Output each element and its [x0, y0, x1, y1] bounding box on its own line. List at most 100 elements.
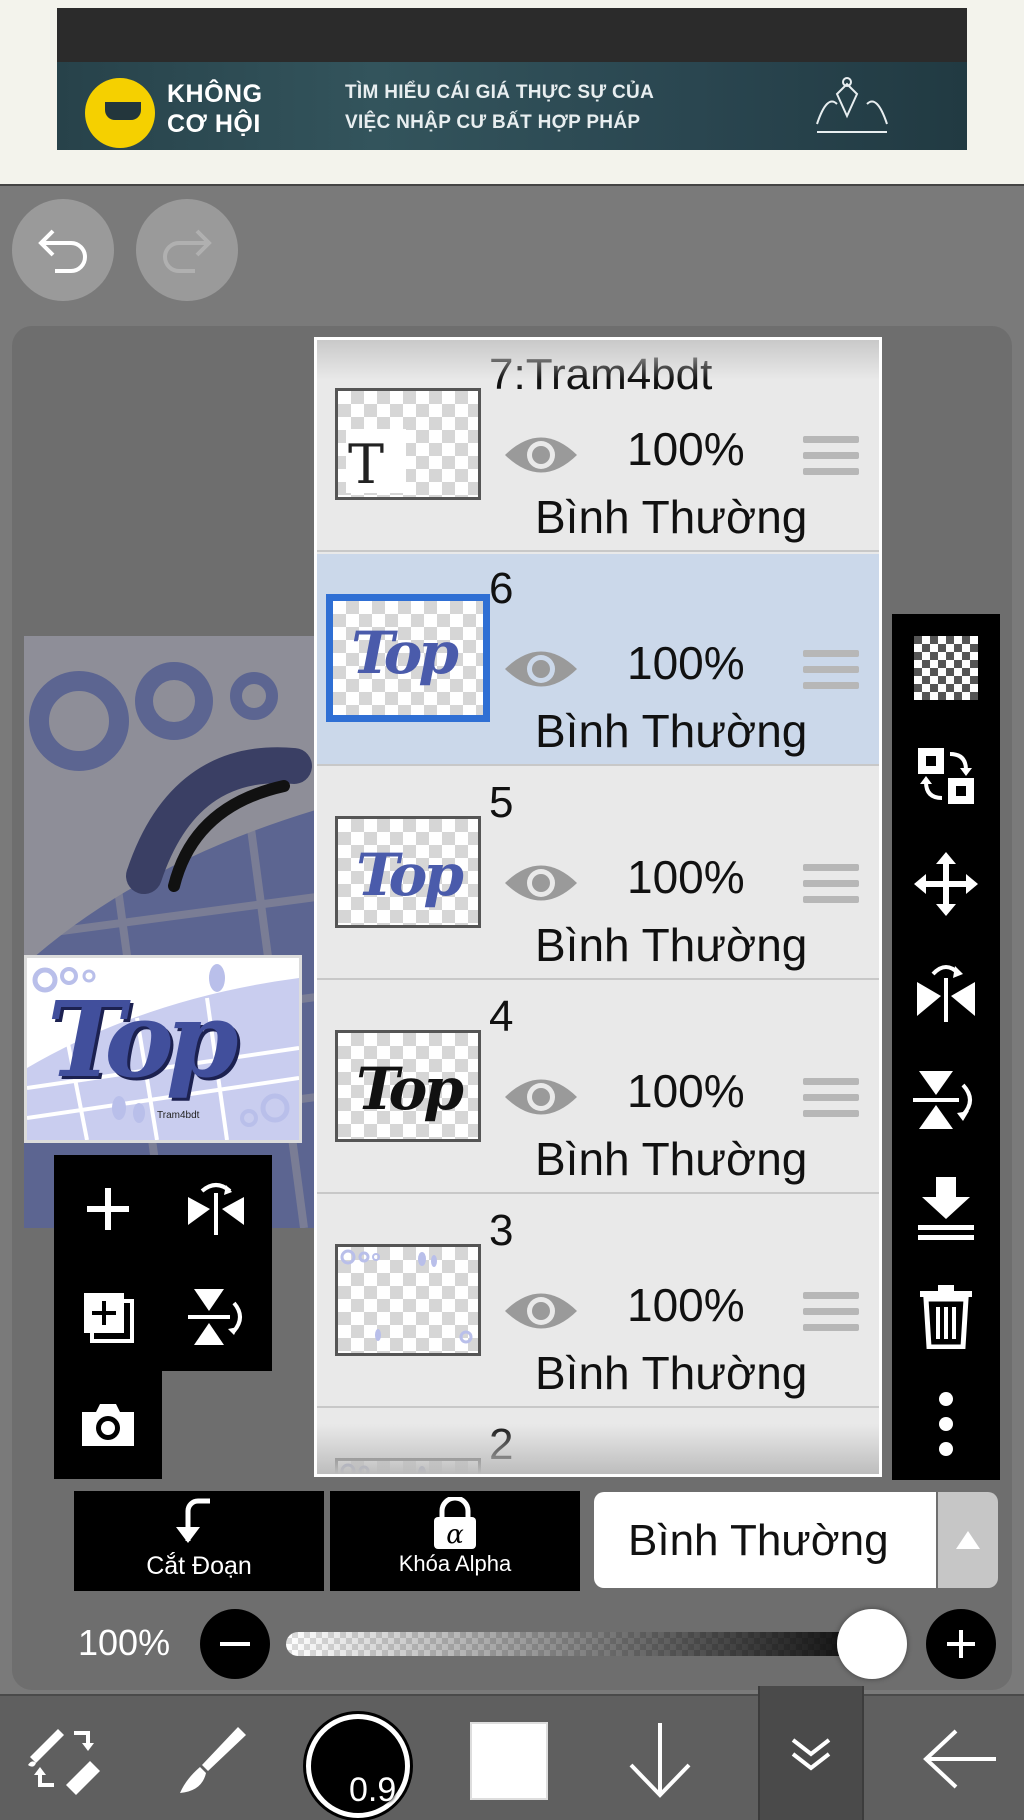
flip-vertical-button[interactable]: [162, 1263, 270, 1371]
brush-tool-button[interactable]: [148, 1696, 276, 1820]
swap-layer-button[interactable]: [892, 722, 1000, 830]
clipping-button[interactable]: Cắt Đoạn: [74, 1491, 324, 1591]
add-layer-button[interactable]: [54, 1155, 162, 1263]
left-toolbar: [54, 1155, 272, 1371]
bottom-toolbar: 0.9: [0, 1686, 1024, 1820]
layer-thumbnail[interactable]: Top: [335, 816, 481, 928]
brush-icon: [180, 1727, 246, 1793]
opacity-slider-track[interactable]: [286, 1632, 896, 1656]
drag-handle-icon[interactable]: [803, 650, 859, 694]
layer-name: 6: [489, 564, 514, 613]
drag-handle-icon[interactable]: [803, 864, 859, 908]
camera-icon: [82, 1404, 134, 1446]
alpha-lock-button[interactable]: α Khóa Alpha: [330, 1491, 580, 1591]
camera-button[interactable]: [54, 1371, 162, 1479]
layer-opacity: 100%: [627, 1065, 745, 1117]
layer2-thumb: [340, 1463, 426, 1474]
layer-row[interactable]: 3 100% Bình Thường: [317, 1196, 879, 1408]
transparent-fill-button[interactable]: [892, 614, 1000, 722]
more-options-button[interactable]: [892, 1370, 1000, 1478]
coat-of-arms-icon: [816, 77, 888, 133]
flip-horizontal-icon: [188, 1183, 244, 1235]
blend-mode-value: Bình Thường: [628, 1516, 889, 1565]
preview-top-text: Top: [47, 978, 239, 1101]
blend-mode-dropdown-button[interactable]: [938, 1492, 998, 1588]
layer-blend-mode: Bình Thường: [535, 491, 808, 543]
move-icon: [914, 852, 978, 916]
flip-layer-horizontal-button[interactable]: [892, 938, 1000, 1046]
layer-thumbnail[interactable]: [335, 1458, 481, 1474]
layer-name: 5: [489, 778, 514, 827]
drag-handle-icon[interactable]: [803, 1078, 859, 1122]
back-button[interactable]: [896, 1696, 1024, 1820]
opacity-slider-knob[interactable]: [837, 1609, 907, 1679]
layer-row-selected[interactable]: Top 6 100% Bình Thường: [317, 554, 879, 766]
minus-icon: [220, 1642, 250, 1646]
plus-icon: [947, 1630, 975, 1658]
layer-opacity: 100%: [627, 637, 745, 689]
redo-button[interactable]: [136, 199, 238, 301]
blend-mode-select[interactable]: Bình Thường: [594, 1492, 936, 1588]
layer-blend-mode: Bình Thường: [535, 705, 808, 757]
checkerboard-icon: [914, 636, 978, 700]
layer-name: 3: [489, 1206, 514, 1255]
move-button[interactable]: [892, 830, 1000, 938]
eye-icon[interactable]: [503, 430, 579, 480]
delete-layer-button[interactable]: [892, 1262, 1000, 1370]
layer-panel[interactable]: T 7:Tram4bdt 100% Bình Thường Top 6 100%…: [314, 337, 882, 1477]
brush-eraser-swap-icon: [28, 1729, 100, 1795]
flip-layer-vertical-button[interactable]: [892, 1046, 1000, 1154]
brush-size-value: 0.9: [349, 1771, 397, 1809]
trash-icon: [920, 1285, 972, 1349]
layer-opacity: 100%: [627, 423, 745, 475]
layer-name: 2: [489, 1420, 514, 1469]
flip-vertical-icon: [913, 1071, 972, 1129]
layer-opacity: 100%: [627, 1279, 745, 1331]
layer-thumbnail[interactable]: Top: [326, 594, 490, 722]
color-swatch[interactable]: [470, 1722, 548, 1800]
layer-name: 4: [489, 992, 514, 1041]
eye-icon[interactable]: [503, 858, 579, 908]
layer-row[interactable]: Top 5 100% Bình Thường: [317, 768, 879, 980]
eye-icon[interactable]: [503, 1072, 579, 1122]
drag-handle-icon[interactable]: [803, 1292, 859, 1336]
layer-thumb-text: Top: [351, 619, 459, 687]
layer-name: 7:Tram4bdt: [489, 350, 713, 399]
opacity-increase-button[interactable]: [926, 1609, 996, 1679]
layer-row[interactable]: Top 4 100% Bình Thường: [317, 982, 879, 1194]
layer-thumb-text: Top: [356, 841, 464, 909]
more-vertical-icon: [939, 1392, 953, 1456]
clipping-label: Cắt Đoạn: [146, 1552, 252, 1580]
layer-blend-mode: Bình Thường: [535, 919, 808, 971]
triangle-up-icon: [956, 1531, 980, 1549]
undo-button[interactable]: [12, 199, 114, 301]
flip-horizontal-button[interactable]: [162, 1155, 270, 1263]
clip-arrow-icon: [176, 1498, 210, 1543]
drag-handle-icon[interactable]: [803, 436, 859, 480]
eye-icon[interactable]: [503, 1286, 579, 1336]
layer-thumb-text: Top: [356, 1055, 464, 1123]
layer-thumbnail[interactable]: T: [335, 388, 481, 500]
layers-button[interactable]: [758, 1686, 864, 1820]
layer-thumbnail[interactable]: Top: [335, 1030, 481, 1142]
swap-icon: [918, 748, 974, 804]
layer-row[interactable]: 2: [317, 1410, 879, 1474]
ad-banner[interactable]: KHÔNG CƠ HỘI TÌM HIỂU CÁI GIÁ THỰC SỰ CỦ…: [57, 62, 967, 150]
plus-icon: [87, 1188, 129, 1230]
ad-text-line1: TÌM HIỂU CÁI GIÁ THỰC SỰ CỦA: [345, 82, 655, 103]
canvas-preview-thumbnail[interactable]: Top Tram4bdt: [24, 955, 302, 1143]
tool-switch-button[interactable]: [0, 1696, 128, 1820]
opacity-decrease-button[interactable]: [200, 1609, 270, 1679]
eye-icon[interactable]: [503, 644, 579, 694]
ad-brand-line1: KHÔNG: [167, 80, 263, 108]
right-toolbar: [892, 614, 1000, 1480]
layer-blend-mode: Bình Thường: [535, 1347, 808, 1399]
add-layer-copy-button[interactable]: [54, 1263, 162, 1371]
merge-down-button[interactable]: [892, 1154, 1000, 1262]
layer-row[interactable]: T 7:Tram4bdt 100% Bình Thường: [317, 340, 879, 552]
brush-size-button[interactable]: 0.9: [306, 1714, 410, 1818]
ad-area: KHÔNG CƠ HỘI TÌM HIỂU CÁI GIÁ THỰC SỰ CỦ…: [0, 0, 1024, 186]
scroll-down-button[interactable]: [596, 1696, 724, 1820]
arrow-left-icon: [923, 1729, 996, 1789]
layer-thumbnail[interactable]: [335, 1244, 481, 1356]
